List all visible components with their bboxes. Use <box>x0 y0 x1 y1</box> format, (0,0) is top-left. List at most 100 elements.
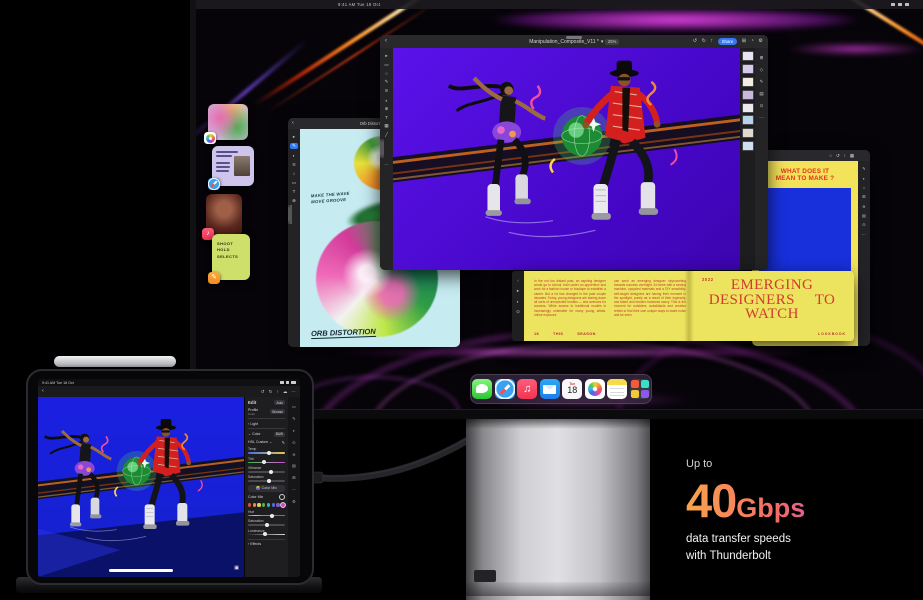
mode-dropdown[interactable]: Custom <box>256 440 268 444</box>
control-center-icon[interactable] <box>898 3 902 6</box>
color-mix-dot[interactable] <box>281 503 285 507</box>
back-icon[interactable]: ‹ <box>42 388 44 394</box>
tool-icon[interactable]: ✎ <box>385 79 389 85</box>
music-clipping[interactable]: ♪ <box>206 194 242 236</box>
temp-slider[interactable]: Temp <box>248 447 285 455</box>
more-icon[interactable]: ⋯ <box>384 162 389 168</box>
layer-thumbnail[interactable] <box>742 115 754 125</box>
effects-section[interactable]: › Effects <box>248 542 285 546</box>
photoshop-canvas[interactable] <box>393 48 740 270</box>
nav-icon[interactable]: ⋯ <box>291 389 296 395</box>
safari-clipping[interactable] <box>212 146 254 186</box>
panel-icon[interactable]: ◇ <box>760 67 764 73</box>
layer-thumbnail[interactable] <box>742 77 754 87</box>
magazine-tool-rail[interactable]: ‹ ▸ ◐ ⊙ <box>512 271 524 341</box>
tool-icon[interactable]: T <box>385 115 388 120</box>
fullscreen-icon[interactable]: ▣ <box>234 565 239 571</box>
toolbar-icon[interactable]: ⚙ <box>758 38 763 44</box>
toolbar-icon[interactable]: ⊞ <box>742 38 746 44</box>
poster-tool-rail[interactable]: ✎◐○⊞≋▤⊙⋯ <box>858 161 870 346</box>
luminance-slider[interactable]: Luminance <box>248 529 285 537</box>
notes-icon[interactable] <box>607 379 627 399</box>
layers-panel[interactable] <box>740 48 755 270</box>
color-mix-dot[interactable] <box>276 503 279 507</box>
vibrance-slider[interactable]: Vibrance <box>248 466 285 474</box>
tool-icon[interactable]: ◐ <box>863 176 866 181</box>
toolbar-icon[interactable]: ↺ <box>836 153 840 159</box>
light-section[interactable]: › Light <box>248 422 285 426</box>
panel-icon[interactable]: ⊞ <box>760 55 764 61</box>
history-icon[interactable]: ↺ <box>693 38 697 44</box>
color-mix-dot[interactable] <box>272 503 275 507</box>
tool-icon[interactable]: ○ <box>290 171 298 176</box>
calendar-icon[interactable]: Tue 18 <box>562 379 582 399</box>
tool-icon[interactable]: ‹ <box>517 278 518 283</box>
tool-icon[interactable]: ╱ <box>385 132 388 138</box>
tool-icon[interactable]: ≋ <box>290 162 298 168</box>
history-icon[interactable]: ↑ <box>711 38 714 44</box>
saturation2-slider[interactable]: Saturation <box>248 519 285 527</box>
tool-icon[interactable]: ▤ <box>292 463 296 468</box>
tool-icon[interactable]: ≋ <box>862 204 866 209</box>
nav-icon[interactable]: ↻ <box>269 389 273 395</box>
browse-button[interactable]: Browse <box>270 409 285 414</box>
tool-icon[interactable]: ⋯ <box>292 487 296 492</box>
nav-icon[interactable]: ↑ <box>277 389 279 394</box>
layer-thumbnail[interactable] <box>742 141 754 151</box>
layer-thumbnail[interactable] <box>742 90 754 100</box>
tool-icon[interactable]: ⊕ <box>385 106 389 112</box>
photoshop-panel-rail[interactable]: ⊞◇✎▤⊙⋯ <box>755 48 768 270</box>
layer-thumbnail[interactable] <box>742 128 754 138</box>
tool-icon[interactable]: ✎ <box>290 143 298 149</box>
tool-icon[interactable]: ○ <box>863 185 866 190</box>
battery-icon[interactable] <box>905 3 909 6</box>
color-mix-dot[interactable] <box>257 503 260 507</box>
toolbar-icon[interactable]: ○ <box>829 153 832 158</box>
panel-icon[interactable]: ⊙ <box>760 103 764 109</box>
tool-icon[interactable]: ≋ <box>385 88 389 94</box>
background-color-swatch[interactable] <box>382 139 384 158</box>
tool-icon[interactable]: ◐ <box>517 299 520 304</box>
notes-clipping[interactable]: SHOOT HOLD SELECTS ✎ <box>212 234 250 280</box>
color-section[interactable]: ⌄ ColorB&W <box>248 432 285 437</box>
color-mix-dot[interactable] <box>248 503 251 507</box>
color-mix-button[interactable]: Color Mix <box>248 485 285 492</box>
panel-icon[interactable]: ▤ <box>759 91 763 97</box>
share-button[interactable]: Share <box>718 38 738 45</box>
back-icon[interactable]: ‹ <box>292 120 294 126</box>
photos-icon[interactable] <box>585 379 605 399</box>
poster-title-bar[interactable]: ○↺↑▦ <box>752 150 870 161</box>
layer-thumbnail[interactable] <box>742 64 754 74</box>
tool-icon[interactable]: ⊙ <box>292 440 296 445</box>
target-icon[interactable] <box>279 494 285 500</box>
tool-icon[interactable]: ▭ <box>292 404 296 409</box>
tool-icon[interactable]: ⊙ <box>516 309 520 315</box>
app-library-icon[interactable] <box>630 379 650 399</box>
toolbar-icon[interactable]: ▦ <box>850 153 854 159</box>
tool-icon[interactable]: ⊕ <box>290 198 298 204</box>
chevron-down-icon[interactable]: ▾ <box>601 39 604 45</box>
nav-icon[interactable]: ↺ <box>261 389 265 395</box>
mail-icon[interactable] <box>540 379 560 399</box>
tool-icon[interactable]: ⋯ <box>862 232 866 237</box>
back-icon[interactable]: ‹ <box>385 38 387 44</box>
lightroom-photo-canvas[interactable]: ▣ <box>38 397 244 577</box>
tool-icon[interactable]: ≋ <box>292 452 296 457</box>
hue-slider[interactable]: Hue <box>248 510 285 518</box>
home-indicator[interactable] <box>109 569 173 572</box>
layer-thumbnail[interactable] <box>742 103 754 113</box>
tool-icon[interactable]: T <box>290 189 298 194</box>
tint-slider[interactable]: Tint <box>248 457 285 465</box>
tool-icon[interactable]: ◐ <box>290 153 298 158</box>
photos-clipping[interactable] <box>208 104 248 140</box>
tool-icon[interactable]: ◐ <box>385 98 388 103</box>
auto-button[interactable]: Auto <box>274 400 285 405</box>
color-mix-dot[interactable] <box>267 503 270 507</box>
tool-icon[interactable]: ▸ <box>517 288 519 294</box>
tool-icon[interactable]: ✎ <box>292 416 296 421</box>
messages-icon[interactable] <box>472 379 492 399</box>
tool-icon[interactable]: ⊞ <box>292 475 296 480</box>
tool-icon[interactable]: ◐ <box>293 428 296 433</box>
tool-icon[interactable]: ⊞ <box>862 194 866 199</box>
photoshop-window[interactable]: ‹ Manipulation_Composite_V11 * ▾ 25% ↺↻↑… <box>380 35 768 270</box>
